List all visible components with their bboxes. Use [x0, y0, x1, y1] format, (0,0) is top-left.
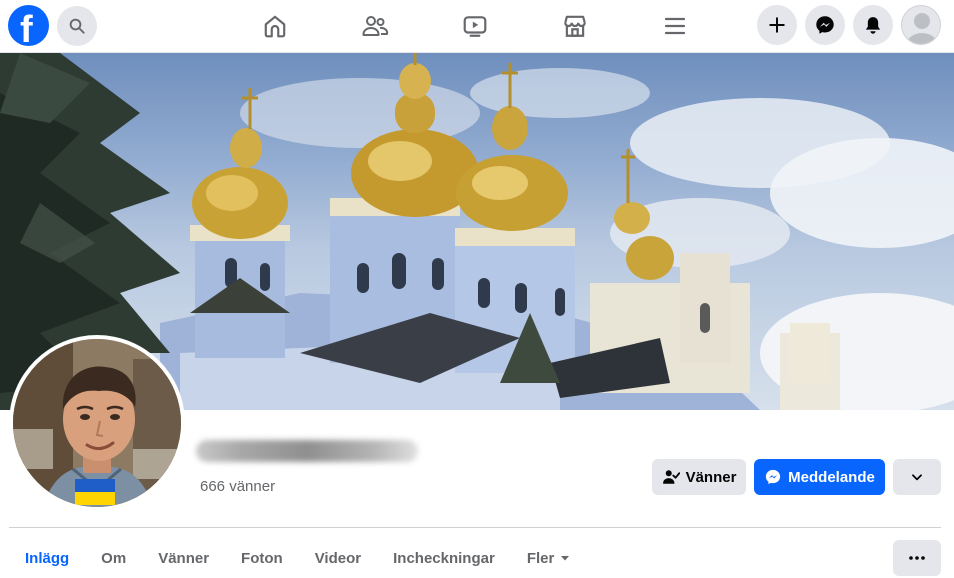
profile-picture[interactable] — [13, 339, 181, 507]
facebook-logo-icon[interactable]: f — [8, 5, 49, 46]
top-navigation-bar: f — [0, 0, 954, 53]
plus-icon — [769, 17, 785, 33]
search-button[interactable] — [57, 6, 97, 46]
account-avatar-button[interactable] — [901, 5, 941, 45]
friends-count[interactable]: 666 vänner — [200, 478, 275, 495]
messenger-icon — [816, 16, 834, 34]
create-button[interactable] — [757, 5, 797, 45]
friend-check-icon — [662, 470, 680, 484]
friends-status-label: Vänner — [685, 468, 737, 486]
tab-more-label: Fler — [526, 549, 555, 567]
friends-status-button[interactable]: Vänner — [652, 459, 746, 495]
profile-name-redacted — [196, 440, 418, 462]
notifications-bell-icon — [865, 17, 881, 34]
home-tab[interactable] — [255, 6, 295, 46]
friends-tab[interactable] — [355, 6, 395, 46]
messenger-button[interactable] — [805, 5, 845, 45]
message-button-label: Meddelande — [788, 468, 875, 486]
watch-video-icon — [463, 16, 487, 37]
ellipsis-icon — [909, 556, 925, 560]
friends-icon — [362, 16, 389, 36]
marketplace-icon — [564, 15, 586, 37]
profile-tabs: Inlägg Om Vänner Foton Videor Inchecknin… — [9, 538, 586, 578]
caret-down-icon — [561, 556, 570, 561]
profile-divider — [9, 527, 941, 528]
notifications-button[interactable] — [853, 5, 893, 45]
profile-photo-image — [13, 339, 181, 507]
tab-videos[interactable]: Videor — [299, 538, 377, 578]
menu-tab[interactable] — [655, 6, 695, 46]
search-icon — [69, 18, 85, 34]
menu-hamburger-icon — [664, 17, 686, 35]
marketplace-tab[interactable] — [555, 6, 595, 46]
more-options-button[interactable] — [893, 540, 941, 576]
profile-more-dropdown-button[interactable] — [893, 459, 941, 495]
tab-photos[interactable]: Foton — [225, 538, 299, 578]
message-button[interactable]: Meddelande — [754, 459, 885, 495]
account-avatar-icon — [907, 13, 937, 44]
tab-posts[interactable]: Inlägg — [9, 538, 85, 578]
tab-more[interactable]: Fler — [511, 538, 587, 578]
chevron-down-icon — [912, 474, 922, 481]
tab-about[interactable]: Om — [85, 538, 142, 578]
watch-tab[interactable] — [455, 6, 495, 46]
messenger-icon — [766, 469, 781, 485]
tab-friends[interactable]: Vänner — [142, 538, 225, 578]
home-icon — [264, 15, 286, 38]
tab-check-ins[interactable]: Incheckningar — [377, 538, 511, 578]
